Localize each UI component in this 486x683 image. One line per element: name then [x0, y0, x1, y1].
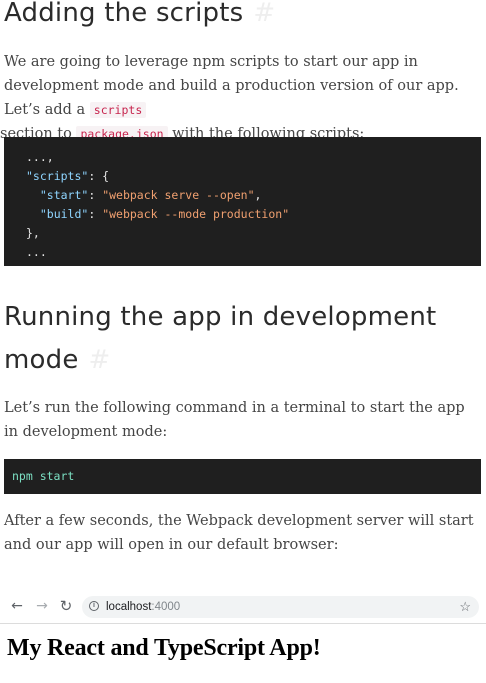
result-paragraph: After a few seconds, the Webpack develop…: [4, 513, 474, 553]
url-host: localhost: [106, 601, 152, 613]
inline-code-scripts: scripts: [89, 102, 147, 118]
url-port: :4000: [151, 601, 181, 613]
reload-icon[interactable]: ↻: [57, 597, 75, 615]
section-heading-adding-scripts: Adding the scripts #: [4, 0, 275, 35]
browser-screenshot: ← → ↻ i localhost:4000 ☆ My React and Ty…: [0, 591, 486, 683]
heading-text: Running the app in development: [4, 302, 437, 332]
browser-toolbar: ← → ↻ i localhost:4000 ☆: [0, 591, 486, 624]
code-block-scripts: ..., "scripts": { "start": "webpack serv…: [4, 137, 481, 266]
info-icon[interactable]: i: [89, 601, 99, 611]
arrow-left-icon[interactable]: ←: [8, 597, 26, 615]
heading-text: mode: [4, 345, 79, 375]
arrow-right-icon[interactable]: →: [33, 597, 51, 615]
code-line: "scripts": {: [26, 169, 110, 183]
heading-anchor-link[interactable]: #: [253, 0, 275, 28]
code-line: "start": "webpack serve --open",: [39, 188, 262, 202]
star-icon[interactable]: ☆: [459, 596, 471, 618]
intro-paragraph: We are going to leverage npm scripts to …: [0, 50, 482, 146]
run-paragraph: Let’s run the following command in a ter…: [4, 400, 465, 440]
app-page-heading: My React and TypeScript App!: [7, 635, 321, 661]
address-bar[interactable]: i localhost:4000 ☆: [82, 596, 479, 618]
code-line: "build": "webpack --mode production": [39, 207, 290, 221]
code-line: ...,: [26, 150, 54, 164]
section-heading-running-dev: Running the app in development mode #: [4, 296, 436, 382]
code-block-command: npm start: [4, 459, 481, 494]
heading-anchor-link[interactable]: #: [89, 345, 111, 375]
paragraph-text: We are going to leverage npm scripts to …: [4, 54, 459, 118]
code-line: npm start: [12, 469, 75, 483]
code-line: ...: [26, 245, 47, 259]
code-line: },: [26, 226, 40, 240]
heading-text: Adding the scripts: [4, 0, 244, 28]
address-url: localhost:4000: [106, 596, 180, 618]
